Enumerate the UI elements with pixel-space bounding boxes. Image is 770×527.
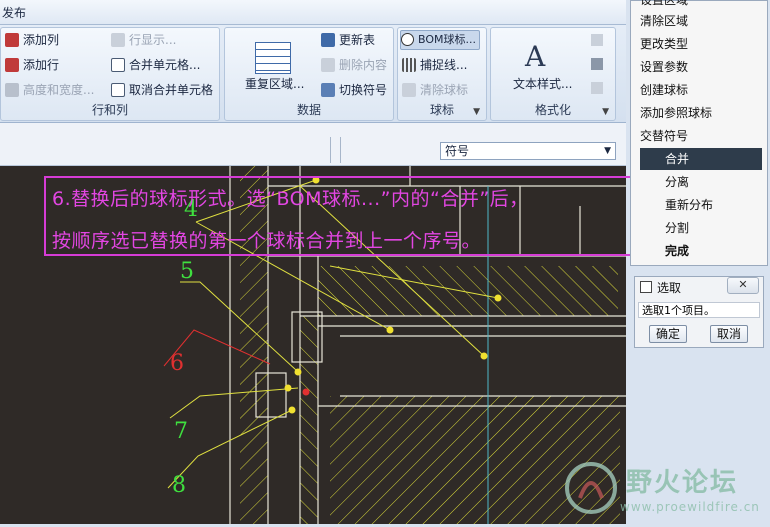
balloon-number[interactable]: 5 bbox=[180, 259, 194, 284]
pick-dialog-title: 选取 bbox=[657, 281, 682, 295]
symbol-select[interactable]: 符号 ▼ bbox=[440, 142, 616, 160]
row-display-button[interactable]: 行显示... bbox=[111, 30, 176, 50]
add-row-button[interactable]: 添加行 bbox=[5, 55, 59, 75]
capture-line-icon bbox=[402, 58, 416, 72]
menu-item-alternate-symbol[interactable]: 交替符号 bbox=[640, 125, 762, 147]
hatch-region bbox=[318, 266, 618, 316]
merge-cells-icon bbox=[111, 58, 125, 72]
add-column-icon bbox=[5, 33, 19, 47]
add-row-icon bbox=[5, 58, 19, 72]
eraser-icon bbox=[321, 58, 335, 72]
merge-cells-button[interactable]: 合并单元格... bbox=[111, 55, 200, 75]
format-tool-icon-1[interactable] bbox=[591, 34, 603, 46]
group-format: A 文本样式... 格式化 ▼ bbox=[490, 27, 616, 121]
clear-balloon-button[interactable]: 清除球标 bbox=[402, 80, 468, 100]
unmerge-cells-icon bbox=[111, 83, 125, 97]
height-width-icon bbox=[5, 83, 19, 97]
cancel-button[interactable]: 取消 bbox=[710, 325, 748, 343]
group-rows-columns: 添加列 添加行 高度和宽度... 行显示... 合并单元格... 取消合并单元格… bbox=[0, 27, 220, 121]
toolbar-divider bbox=[340, 137, 341, 163]
menu-item-set-parameters[interactable]: 设置参数 bbox=[640, 56, 762, 78]
menu-item-create-balloon[interactable]: 创建球标 bbox=[640, 79, 762, 101]
repeat-region-button[interactable]: 重复区域... bbox=[245, 74, 304, 94]
menu-item-redistribute[interactable]: 重新分布 bbox=[640, 194, 770, 216]
menu-item-merge[interactable]: 合并 bbox=[640, 148, 762, 170]
height-width-button[interactable]: 高度和宽度... bbox=[5, 80, 94, 100]
ribbon-tab-bar bbox=[0, 0, 626, 25]
annotation-line-2: 按顺序选已替换的第一个球标合并到上一个序号。 bbox=[52, 230, 482, 252]
switch-symbol-icon bbox=[321, 83, 335, 97]
watermark-url: www.proewildfire.cn bbox=[620, 500, 760, 514]
unmerge-cells-button[interactable]: 取消合并单元格 bbox=[111, 80, 213, 100]
bom-balloon-button[interactable]: BOM球标... bbox=[400, 30, 480, 50]
ok-button[interactable]: 确定 bbox=[649, 325, 687, 343]
row-display-icon bbox=[111, 33, 125, 47]
format-tool-icon-3[interactable] bbox=[591, 82, 603, 94]
attachment-point-red bbox=[302, 388, 310, 396]
balloon-icon bbox=[401, 33, 414, 46]
format-tool-icon-2[interactable] bbox=[591, 58, 603, 70]
balloon-number[interactable]: 7 bbox=[174, 419, 188, 444]
text-style-button[interactable]: 文本样式... bbox=[513, 74, 572, 94]
menu-item-done[interactable]: 完成 bbox=[640, 240, 770, 262]
close-icon[interactable]: ✕ bbox=[727, 277, 759, 294]
pick-dialog-message: 选取1个项目。 bbox=[638, 302, 760, 318]
format-group-expand-icon[interactable]: ▼ bbox=[602, 107, 609, 117]
switch-symbol-button[interactable]: 切换符号 bbox=[321, 80, 387, 100]
text-style-icon: A bbox=[525, 40, 546, 73]
menu-item-split[interactable]: 分割 bbox=[640, 217, 770, 239]
toolbar-divider bbox=[330, 137, 331, 163]
menu-item-change-type[interactable]: 更改类型 bbox=[640, 33, 762, 55]
chevron-down-icon: ▼ bbox=[604, 146, 611, 156]
capture-line-button[interactable]: 捕捉线... bbox=[402, 55, 467, 75]
group-label-data: 数据 bbox=[296, 103, 321, 117]
menu-item-separate[interactable]: 分离 bbox=[640, 171, 770, 193]
balloon-number[interactable]: 6 bbox=[170, 351, 184, 376]
update-table-button[interactable]: 更新表 bbox=[321, 30, 375, 50]
menu-item-clear-region[interactable]: 清除区域 bbox=[640, 10, 762, 32]
clear-balloon-icon bbox=[402, 83, 416, 97]
hatch-region bbox=[300, 316, 318, 524]
balloon-group-expand-icon[interactable]: ▼ bbox=[473, 107, 480, 117]
watermark-title: 野火论坛 bbox=[626, 468, 739, 498]
annotation-line-1: 6.替换后的球标形式。选“BOM球标...”内的“合并”后， bbox=[52, 188, 529, 210]
add-column-button[interactable]: 添加列 bbox=[5, 30, 59, 50]
menu-item-add-ref-balloon[interactable]: 添加参照球标 bbox=[640, 102, 762, 124]
delete-content-button[interactable]: 删除内容 bbox=[321, 55, 387, 75]
update-table-icon bbox=[321, 33, 335, 47]
group-balloon: BOM球标... 捕捉线... 清除球标 球标 ▼ bbox=[397, 27, 487, 121]
group-label-rows-columns: 行和列 bbox=[91, 103, 128, 117]
watermark-logo-icon bbox=[565, 462, 617, 514]
balloon-number[interactable]: 8 bbox=[172, 473, 186, 498]
group-label-format: 格式化 bbox=[534, 103, 571, 117]
tab-publish[interactable]: 发布 bbox=[2, 4, 26, 21]
dialog-window-icon bbox=[640, 281, 652, 293]
repeat-region-icon bbox=[255, 42, 291, 74]
group-data: 重复区域... 更新表 删除内容 切换符号 数据 bbox=[224, 27, 394, 121]
